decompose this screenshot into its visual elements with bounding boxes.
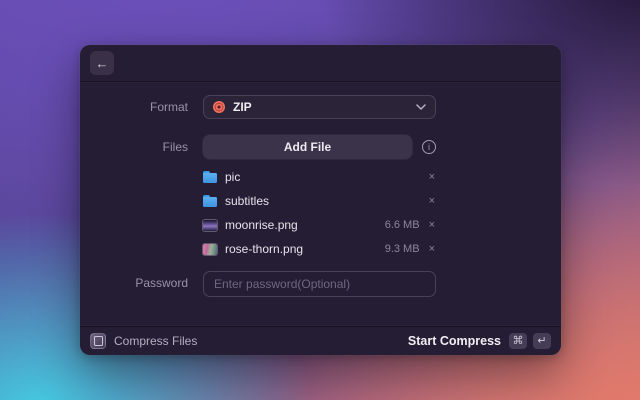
window-header: ← — [80, 45, 561, 82]
compress-files-app-icon — [90, 333, 106, 349]
footer-app-name: Compress Files — [114, 334, 400, 348]
remove-file-icon[interactable]: × — [428, 196, 436, 207]
form-content: Format ZIP Files Add File i — [80, 82, 561, 326]
remove-file-icon[interactable]: × — [428, 172, 436, 183]
format-dropdown[interactable]: ZIP — [203, 95, 436, 119]
file-row-pic: pic × — [203, 165, 436, 189]
format-row: Format ZIP — [80, 95, 561, 119]
password-row: Password — [80, 271, 561, 297]
info-icon[interactable]: i — [422, 140, 436, 154]
file-list-row: pic × subtitles × moonrise.png 6.6 MB × — [80, 159, 561, 261]
file-row-moonrise: moonrise.png 6.6 MB × — [203, 213, 436, 237]
start-compress-label: Start Compress — [408, 334, 501, 348]
format-selected-value: ZIP — [233, 100, 408, 114]
file-name: subtitles — [225, 194, 412, 208]
add-file-button[interactable]: Add File — [203, 135, 412, 159]
file-name: pic — [225, 170, 412, 184]
file-size: 6.6 MB — [385, 219, 420, 231]
file-row-rose-thorn: rose-thorn.png 9.3 MB × — [203, 237, 436, 261]
password-input[interactable] — [203, 271, 436, 297]
zip-format-icon — [213, 101, 225, 113]
enter-key-icon: ↵ — [533, 333, 551, 349]
folder-icon — [203, 195, 217, 207]
folder-icon — [203, 171, 217, 183]
image-thumbnail-icon — [203, 244, 217, 255]
command-key-icon: ⌘ — [509, 333, 527, 349]
remove-file-icon[interactable]: × — [428, 244, 436, 255]
files-label: Files — [80, 135, 203, 159]
password-label: Password — [80, 271, 203, 295]
chevron-down-icon — [416, 104, 426, 110]
file-list: pic × subtitles × moonrise.png 6.6 MB × — [203, 165, 436, 261]
file-size: 9.3 MB — [385, 243, 420, 255]
format-label: Format — [80, 95, 203, 119]
back-button[interactable]: ← — [90, 51, 114, 75]
file-name: moonrise.png — [225, 218, 377, 232]
start-compress-button[interactable]: Start Compress ⌘ ↵ — [408, 331, 551, 351]
files-row: Files Add File i — [80, 135, 561, 159]
image-thumbnail-icon — [203, 220, 217, 231]
remove-file-icon[interactable]: × — [428, 220, 436, 231]
file-row-subtitles: subtitles × — [203, 189, 436, 213]
file-name: rose-thorn.png — [225, 242, 377, 256]
footer-bar: Compress Files Start Compress ⌘ ↵ — [80, 326, 561, 355]
compress-files-window: ← Format ZIP Files Add File i — [80, 45, 561, 355]
